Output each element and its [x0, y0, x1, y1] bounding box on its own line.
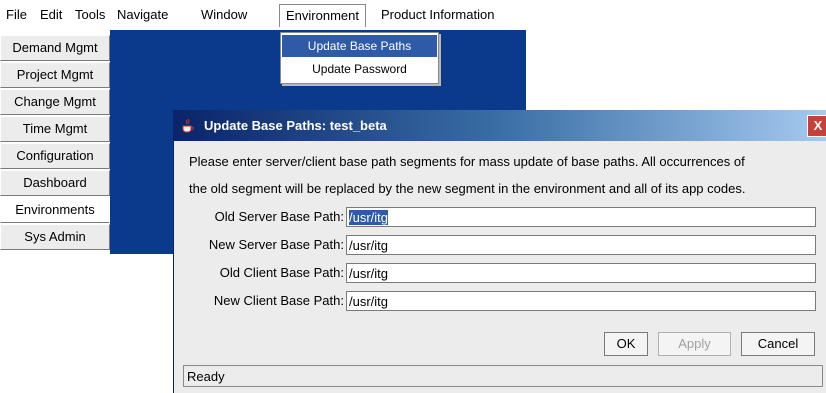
old-server-base-path-label: Old Server Base Path: [214, 209, 344, 224]
apply-button[interactable]: Apply [658, 332, 731, 356]
old-server-base-path-value: /usr/itg [349, 210, 389, 225]
sidebar-item-environments[interactable]: Environments [0, 197, 110, 223]
sidebar-item-demand-mgmt[interactable]: Demand Mgmt [0, 35, 110, 61]
menu-window[interactable]: Window [198, 5, 250, 25]
old-client-base-path-input[interactable]: /usr/itg [346, 263, 816, 283]
old-server-base-path-input[interactable]: /usr/itg [346, 207, 816, 227]
sidebar-item-project-mgmt[interactable]: Project Mgmt [0, 62, 110, 88]
new-client-base-path-label: New Client Base Path: [213, 293, 344, 308]
menu-file[interactable]: File [3, 5, 30, 25]
old-client-base-path-label: Old Client Base Path: [219, 265, 344, 280]
menu-item-update-password[interactable]: Update Password [282, 58, 437, 80]
menu-edit[interactable]: Edit [37, 5, 65, 25]
menu-environment[interactable]: Environment [279, 4, 366, 27]
sidebar-item-time-mgmt[interactable]: Time Mgmt [0, 116, 110, 142]
menu-navigate[interactable]: Navigate [114, 5, 171, 25]
menu-bar: File Edit Tools Navigate Window Environm… [0, 0, 520, 30]
dialog-title: Update Base Paths: test_beta [204, 118, 387, 133]
dialog-titlebar[interactable]: Update Base Paths: test_beta X [174, 110, 826, 141]
java-cup-icon [180, 118, 196, 134]
menu-tools[interactable]: Tools [72, 5, 108, 25]
sidebar-item-configuration[interactable]: Configuration [0, 143, 110, 169]
update-base-paths-dialog: Update Base Paths: test_beta X Please en… [173, 110, 826, 393]
environment-dropdown-menu: Update Base Paths Update Password [280, 32, 439, 84]
close-button[interactable]: X [807, 115, 826, 137]
new-client-base-path-input[interactable]: /usr/itg [346, 291, 816, 311]
menu-product-information[interactable]: Product Information [378, 5, 497, 25]
menu-item-update-base-paths[interactable]: Update Base Paths [282, 35, 437, 57]
ok-button[interactable]: OK [604, 332, 648, 356]
sidebar-item-dashboard[interactable]: Dashboard [0, 170, 110, 196]
new-server-base-path-input[interactable]: /usr/itg [346, 235, 816, 255]
sidebar-item-change-mgmt[interactable]: Change Mgmt [0, 89, 110, 115]
status-bar: Ready [183, 365, 823, 387]
new-server-base-path-label: New Server Base Path: [208, 237, 344, 252]
instructions-line-1: Please enter server/client base path seg… [189, 154, 745, 169]
cancel-button[interactable]: Cancel [741, 332, 815, 356]
sidebar-item-sys-admin[interactable]: Sys Admin [0, 224, 110, 250]
instructions-line-2: the old segment will be replaced by the … [189, 181, 746, 196]
